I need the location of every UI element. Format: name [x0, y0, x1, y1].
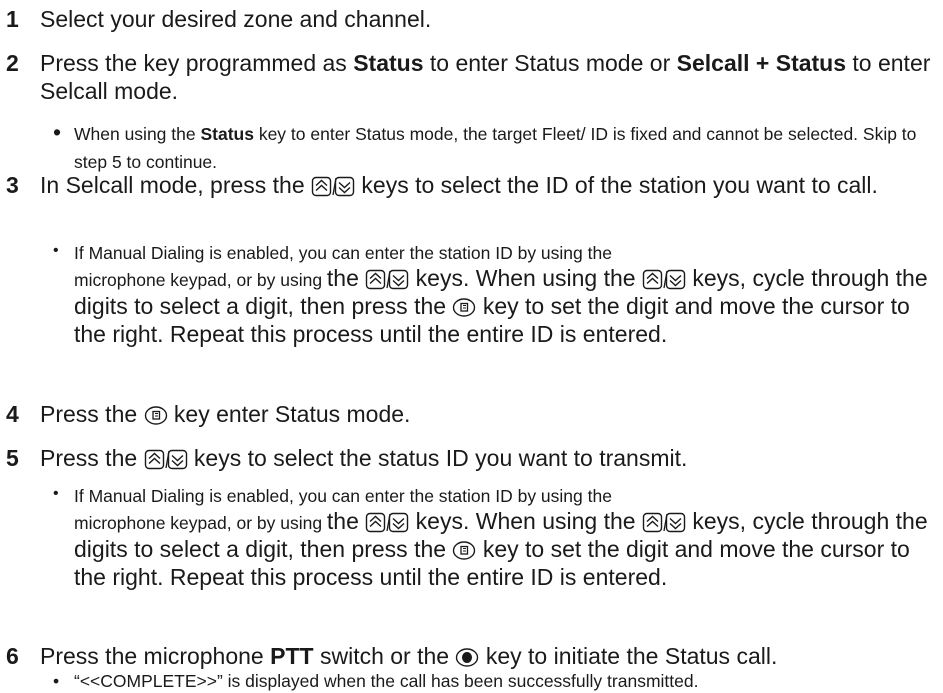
step-2-notes: When using the Status key to enter Statu…	[50, 118, 931, 174]
step-number: 1	[6, 6, 19, 32]
step-6-notes: “<<COMPLETE>>” is displayed when the cal…	[50, 670, 931, 692]
step-text: Press the key enter Status mode.	[40, 401, 411, 427]
ptt-label: PTT	[270, 643, 314, 669]
up-down-arrow-keys-icon	[642, 269, 686, 290]
status-key-label: Status	[200, 124, 254, 144]
function-key-icon	[144, 405, 168, 426]
selcall-status-key-label: Selcall + Status	[676, 50, 847, 76]
note-item: “<<COMPLETE>>” is displayed when the cal…	[50, 670, 931, 692]
status-key-label: Status	[353, 50, 424, 76]
up-down-arrow-keys-icon	[642, 512, 686, 533]
step-number: 2	[6, 50, 19, 76]
note-item: When using the Status key to enter Statu…	[50, 118, 931, 174]
step-number: 6	[6, 643, 19, 669]
instruction-document: 1 Select your desired zone and channel. …	[0, 0, 943, 693]
note-item: If Manual Dialing is enabled, you can en…	[50, 485, 931, 591]
step-number: 3	[6, 172, 19, 198]
up-down-arrow-keys-icon	[365, 512, 409, 533]
step-3-notes: If Manual Dialing is enabled, you can en…	[50, 242, 931, 348]
step-text: Press the microphone PTT switch or the k…	[40, 643, 778, 669]
step-5-notes: If Manual Dialing is enabled, you can en…	[50, 485, 931, 591]
function-key-icon	[452, 540, 476, 561]
function-key-icon	[452, 297, 476, 318]
up-down-arrow-keys-icon	[365, 269, 409, 290]
step-text: In Selcall mode, press the keys to selec…	[40, 172, 878, 198]
up-down-arrow-keys-icon	[144, 449, 188, 470]
step-text: Press the keys to select the status ID y…	[40, 445, 688, 471]
step-text: Press the key programmed as Status to en…	[40, 50, 931, 104]
step-number: 4	[6, 401, 19, 427]
note-item: If Manual Dialing is enabled, you can en…	[50, 242, 931, 348]
step-text: Select your desired zone and channel.	[40, 6, 432, 32]
step-number: 5	[6, 445, 19, 471]
transmit-key-icon	[455, 647, 479, 668]
up-down-arrow-keys-icon	[311, 176, 355, 197]
